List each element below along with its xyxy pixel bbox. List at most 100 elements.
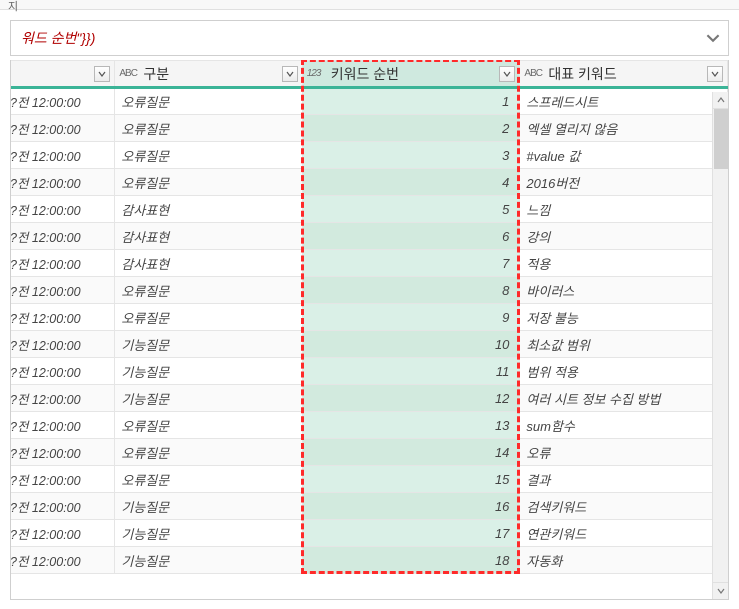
cell-keyword[interactable]: 오류 — [520, 439, 728, 466]
cell-class[interactable]: 기능질문 — [115, 358, 302, 385]
cell-seq[interactable]: 12 — [302, 385, 520, 412]
cell-time[interactable]: ?전 12:00:00 — [10, 439, 115, 466]
cell-seq[interactable]: 2 — [302, 115, 520, 142]
scroll-up-button[interactable] — [713, 92, 729, 109]
cell-time[interactable]: ?전 12:00:00 — [10, 88, 115, 115]
cell-time[interactable]: ?전 12:00:00 — [10, 358, 115, 385]
cell-class[interactable]: 오류질문 — [115, 277, 302, 304]
cell-keyword[interactable]: sum함수 — [520, 412, 728, 439]
cell-keyword[interactable]: 강의 — [520, 223, 728, 250]
table-row[interactable]: ?전 12:00:00오류질문8바이러스 — [10, 277, 728, 304]
table-row[interactable]: ?전 12:00:00감사표현5느낌 — [10, 196, 728, 223]
cell-seq[interactable]: 18 — [302, 547, 520, 574]
cell-time[interactable]: ?전 12:00:00 — [10, 223, 115, 250]
cell-keyword[interactable]: 2016버전 — [520, 169, 728, 196]
table-row[interactable]: ?전 12:00:00기능질문11범위 적용 — [10, 358, 728, 385]
cell-class[interactable]: 오류질문 — [115, 115, 302, 142]
table-row[interactable]: ?전 12:00:00기능질문18자동화 — [10, 547, 728, 574]
cell-time[interactable]: ?전 12:00:00 — [10, 169, 115, 196]
column-header-seq[interactable]: 123 키워드 순번 — [302, 61, 520, 88]
cell-keyword[interactable]: #value 값 — [520, 142, 728, 169]
cell-seq[interactable]: 6 — [302, 223, 520, 250]
cell-time[interactable]: ?전 12:00:00 — [10, 115, 115, 142]
table-row[interactable]: ?전 12:00:00오류질문42016버전 — [10, 169, 728, 196]
vertical-scrollbar[interactable] — [712, 92, 729, 599]
cell-class[interactable]: 기능질문 — [115, 520, 302, 547]
cell-seq[interactable]: 1 — [302, 88, 520, 115]
table-row[interactable]: ?전 12:00:00오류질문14오류 — [10, 439, 728, 466]
cell-class[interactable]: 감사표현 — [115, 250, 302, 277]
table-row[interactable]: ?전 12:00:00기능질문16검색키워드 — [10, 493, 728, 520]
cell-class[interactable]: 오류질문 — [115, 439, 302, 466]
cell-time[interactable]: ?전 12:00:00 — [10, 331, 115, 358]
expand-formula-button[interactable] — [704, 29, 722, 47]
cell-keyword[interactable]: 결과 — [520, 466, 728, 493]
cell-class[interactable]: 오류질문 — [115, 142, 302, 169]
cell-time[interactable]: ?전 12:00:00 — [10, 466, 115, 493]
column-header-class[interactable]: ABC 구분 — [115, 61, 302, 88]
table-row[interactable]: ?전 12:00:00기능질문10최소값 범위 — [10, 331, 728, 358]
cell-seq[interactable]: 14 — [302, 439, 520, 466]
cell-class[interactable]: 오류질문 — [115, 88, 302, 115]
cell-class[interactable]: 기능질문 — [115, 385, 302, 412]
cell-keyword[interactable]: 최소값 범위 — [520, 331, 728, 358]
filter-button[interactable] — [707, 66, 723, 82]
cell-time[interactable]: ?전 12:00:00 — [10, 547, 115, 574]
table-row[interactable]: ?전 12:00:00감사표현6강의 — [10, 223, 728, 250]
cell-keyword[interactable]: 엑셀 열리지 않음 — [520, 115, 728, 142]
cell-seq[interactable]: 9 — [302, 304, 520, 331]
cell-time[interactable]: ?전 12:00:00 — [10, 277, 115, 304]
cell-keyword[interactable]: 스프레드시트 — [520, 88, 728, 115]
cell-seq[interactable]: 15 — [302, 466, 520, 493]
table-row[interactable]: ?전 12:00:00감사표현7적용 — [10, 250, 728, 277]
cell-class[interactable]: 오류질문 — [115, 304, 302, 331]
column-header-keyword[interactable]: ABC 대표 키워드 — [520, 61, 728, 88]
scroll-thumb[interactable] — [714, 109, 729, 169]
cell-seq[interactable]: 4 — [302, 169, 520, 196]
cell-keyword[interactable]: 여러 시트 정보 수집 방법 — [520, 385, 728, 412]
scroll-down-button[interactable] — [713, 582, 729, 599]
cell-seq[interactable]: 17 — [302, 520, 520, 547]
filter-button[interactable] — [499, 66, 515, 82]
cell-seq[interactable]: 13 — [302, 412, 520, 439]
cell-keyword[interactable]: 적용 — [520, 250, 728, 277]
cell-seq[interactable]: 10 — [302, 331, 520, 358]
cell-time[interactable]: ?전 12:00:00 — [10, 142, 115, 169]
cell-time[interactable]: ?전 12:00:00 — [10, 493, 115, 520]
cell-class[interactable]: 오류질문 — [115, 412, 302, 439]
cell-seq[interactable]: 7 — [302, 250, 520, 277]
cell-time[interactable]: ?전 12:00:00 — [10, 304, 115, 331]
cell-time[interactable]: ?전 12:00:00 — [10, 196, 115, 223]
cell-class[interactable]: 오류질문 — [115, 169, 302, 196]
cell-keyword[interactable]: 자동화 — [520, 547, 728, 574]
table-row[interactable]: ?전 12:00:00기능질문17연관키워드 — [10, 520, 728, 547]
cell-class[interactable]: 기능질문 — [115, 547, 302, 574]
table-row[interactable]: ?전 12:00:00기능질문12여러 시트 정보 수집 방법 — [10, 385, 728, 412]
cell-class[interactable]: 기능질문 — [115, 493, 302, 520]
cell-seq[interactable]: 8 — [302, 277, 520, 304]
column-header-time[interactable] — [10, 61, 115, 88]
cell-class[interactable]: 기능질문 — [115, 331, 302, 358]
cell-class[interactable]: 감사표현 — [115, 196, 302, 223]
cell-keyword[interactable]: 느낌 — [520, 196, 728, 223]
cell-seq[interactable]: 3 — [302, 142, 520, 169]
filter-button[interactable] — [282, 66, 298, 82]
cell-keyword[interactable]: 연관키워드 — [520, 520, 728, 547]
table-row[interactable]: ?전 12:00:00오류질문3#value 값 — [10, 142, 728, 169]
cell-class[interactable]: 오류질문 — [115, 466, 302, 493]
cell-time[interactable]: ?전 12:00:00 — [10, 520, 115, 547]
cell-keyword[interactable]: 저장 불능 — [520, 304, 728, 331]
formula-bar[interactable]: 워드 순번"}}) — [10, 20, 729, 56]
table-row[interactable]: ?전 12:00:00오류질문13sum함수 — [10, 412, 728, 439]
cell-time[interactable]: ?전 12:00:00 — [10, 250, 115, 277]
cell-keyword[interactable]: 바이러스 — [520, 277, 728, 304]
cell-time[interactable]: ?전 12:00:00 — [10, 412, 115, 439]
table-row[interactable]: ?전 12:00:00오류질문1스프레드시트 — [10, 88, 728, 115]
table-row[interactable]: ?전 12:00:00오류질문15결과 — [10, 466, 728, 493]
cell-time[interactable]: ?전 12:00:00 — [10, 385, 115, 412]
filter-button[interactable] — [94, 66, 110, 82]
cell-seq[interactable]: 11 — [302, 358, 520, 385]
cell-keyword[interactable]: 범위 적용 — [520, 358, 728, 385]
cell-keyword[interactable]: 검색키워드 — [520, 493, 728, 520]
table-row[interactable]: ?전 12:00:00오류질문9저장 불능 — [10, 304, 728, 331]
